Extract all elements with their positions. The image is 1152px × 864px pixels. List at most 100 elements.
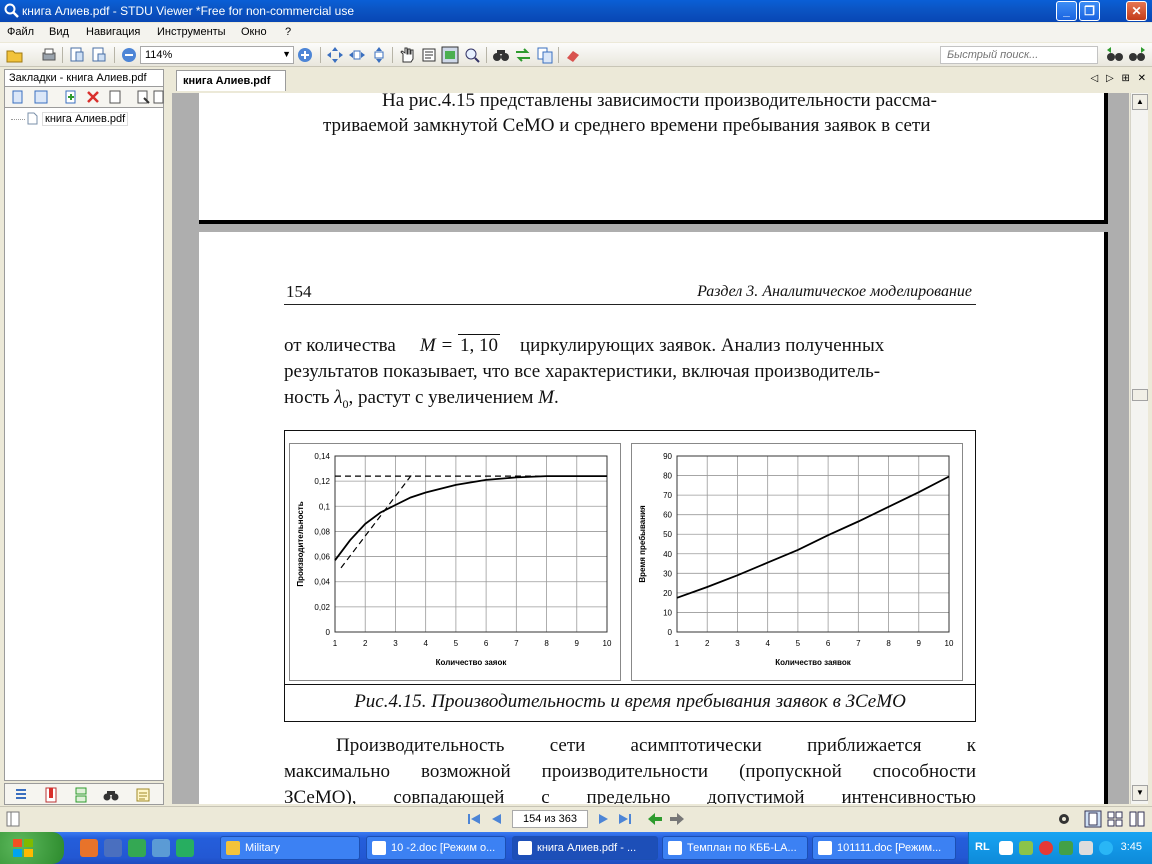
menu-file[interactable]: Файл [7, 26, 34, 38]
fit-width-icon[interactable] [348, 46, 366, 64]
find-previous-icon[interactable] [1106, 46, 1124, 64]
bookmark-rename-icon[interactable] [153, 89, 165, 105]
launcher-icon[interactable] [176, 839, 194, 857]
tab-close-button[interactable]: ✕ [1138, 73, 1146, 84]
thumbnails-icon[interactable] [73, 787, 89, 803]
delete-bookmark-icon[interactable] [85, 89, 101, 105]
window-title: книга Алиев.pdf - STDU Viewer *Free for … [22, 4, 354, 18]
zoom-in-icon[interactable] [296, 46, 314, 64]
hand-tool-icon[interactable] [398, 46, 416, 64]
running-header: Раздел 3. Аналитическое моделирование [697, 283, 972, 301]
document-tab[interactable]: книга Алиев.pdf [176, 70, 286, 91]
tab-list-button[interactable]: ⊞ [1121, 73, 1129, 84]
paragraph-1-line-3: ность λ0, растут с увеличением M. [284, 387, 559, 411]
select-text-icon[interactable] [420, 46, 438, 64]
print-icon[interactable] [40, 46, 58, 64]
language-indicator[interactable]: RL [975, 841, 990, 853]
menu-navigation[interactable]: Навигация [86, 26, 140, 38]
task-word-doc-2[interactable]: Темплан по КББ-LA... [662, 836, 808, 860]
copy-icon[interactable] [536, 46, 554, 64]
tab-scroll-right-button[interactable]: ▷ [1106, 73, 1114, 84]
prev-page-line-2: триваемой замкнутой СеМО и среднего врем… [323, 115, 931, 136]
menu-tools[interactable]: Инструменты [157, 26, 226, 38]
task-word-doc-1[interactable]: 10 -2.doc [Режим о... [366, 836, 506, 860]
x-tick-label: 6 [484, 639, 489, 648]
x-axis-label: Количество заяок [436, 658, 508, 667]
add-bookmark-icon[interactable] [63, 89, 79, 105]
task-stdu-viewer[interactable]: книга Алиев.pdf - ... [512, 836, 658, 860]
fit-page-icon[interactable] [326, 46, 344, 64]
fit-height-icon[interactable] [370, 46, 388, 64]
bookmark-expand-icon[interactable] [33, 89, 49, 105]
facing-view-icon[interactable] [1128, 810, 1146, 828]
find-next-icon[interactable] [1128, 46, 1146, 64]
zoom-select[interactable]: 114% ▼ [140, 46, 294, 64]
search-results-icon[interactable] [103, 787, 119, 803]
y-tick-label: 10 [663, 608, 672, 617]
maximize-button[interactable]: ❐ [1079, 1, 1100, 21]
firefox-icon[interactable] [80, 839, 98, 857]
section-number: Раздел 3. [697, 283, 759, 300]
page-first-icon[interactable] [68, 46, 86, 64]
minimize-button[interactable]: _ [1056, 1, 1077, 21]
task-word-doc-3[interactable]: 101111.doc [Режим... [812, 836, 956, 860]
tray-network-icon[interactable] [999, 841, 1013, 855]
scroll-down-button[interactable]: ▼ [1132, 785, 1148, 801]
menu-window[interactable]: Окно [241, 26, 267, 38]
back-arrow-icon[interactable] [646, 811, 664, 827]
eraser-icon[interactable] [564, 46, 582, 64]
close-button[interactable]: ✕ [1126, 1, 1147, 21]
panel-toggle-icon[interactable] [6, 811, 20, 827]
tray-app-icon[interactable] [1099, 841, 1113, 855]
continuous-view-icon[interactable] [1106, 810, 1124, 828]
chrome-icon[interactable] [128, 839, 146, 857]
menu-view[interactable]: Вид [49, 26, 69, 38]
bookmark-sync-icon[interactable] [11, 89, 27, 105]
forward-arrow-icon[interactable] [668, 811, 686, 827]
tray-volume-icon[interactable] [1079, 841, 1093, 855]
y-axis-label: Производительность [296, 501, 305, 586]
zoom-out-icon[interactable] [120, 46, 138, 64]
save-icon[interactable] [104, 839, 122, 857]
opera-icon[interactable] [152, 839, 170, 857]
next-page-icon[interactable] [596, 811, 612, 827]
find-icon[interactable] [492, 46, 510, 64]
bookmarks-tab[interactable]: Закладки - книга Алиев.pdf [4, 69, 164, 86]
first-page-icon[interactable] [466, 811, 482, 827]
y-tick-label: 70 [663, 491, 672, 500]
single-page-view-icon[interactable] [1084, 810, 1102, 828]
x-tick-label: 5 [454, 639, 459, 648]
open-folder-icon[interactable] [6, 46, 24, 64]
scroll-thumb[interactable] [1132, 389, 1148, 401]
tray-update-icon[interactable] [1059, 841, 1073, 855]
bookmark-props-icon[interactable] [107, 89, 123, 105]
bookmarks-icon[interactable] [43, 787, 59, 803]
x-tick-label: 7 [514, 639, 519, 648]
menu-help[interactable]: ? [285, 26, 291, 38]
document-viewer[interactable]: На рис.4.15 представлены зависимости про… [172, 93, 1129, 804]
quick-search-input[interactable] [940, 46, 1098, 64]
tab-scroll-left-button[interactable]: ◁ [1090, 73, 1098, 84]
bookmark-edit-icon[interactable] [135, 89, 151, 105]
tray-shield-icon[interactable] [1019, 841, 1033, 855]
previous-page-icon[interactable] [488, 811, 504, 827]
settings-gear-icon[interactable] [1056, 811, 1072, 827]
outline-icon[interactable] [13, 787, 29, 803]
notes-icon[interactable] [135, 787, 151, 803]
snapshot-icon[interactable] [441, 46, 459, 64]
document-icon [27, 112, 38, 125]
swap-arrows-icon[interactable] [514, 46, 532, 64]
x-tick-label: 10 [603, 639, 612, 648]
last-page-icon[interactable] [617, 811, 633, 827]
tray-antivirus-icon[interactable] [1039, 841, 1053, 855]
page-indicator-input[interactable]: 154 из 363 [512, 810, 588, 828]
page-fit-icon[interactable] [90, 46, 108, 64]
magnifier-icon[interactable] [463, 46, 481, 64]
vertical-scrollbar[interactable]: ▲ ▼ [1130, 93, 1148, 804]
paragraph-2-line-3: ЗСеМО), совпадающей с предельно допустим… [284, 787, 976, 804]
y-tick-label: 0,08 [314, 527, 330, 536]
start-button[interactable] [0, 832, 64, 864]
paragraph-2-line-2: максимально возможной производительности… [284, 761, 976, 782]
task-military[interactable]: Military [220, 836, 360, 860]
scroll-up-button[interactable]: ▲ [1132, 94, 1148, 110]
